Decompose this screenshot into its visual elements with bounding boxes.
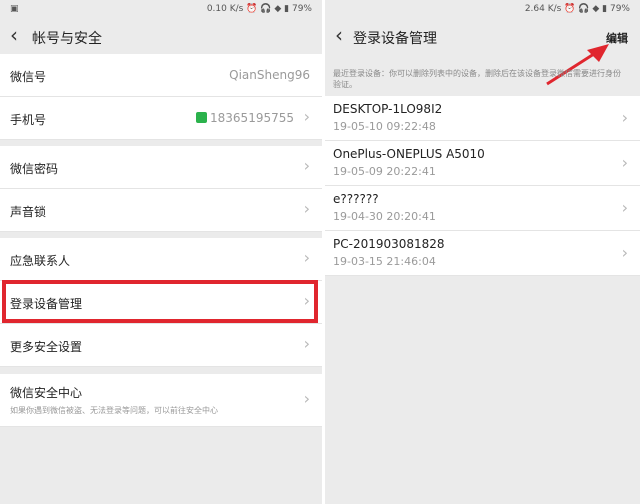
device-item[interactable]: OnePlus-ONEPLUS A5010 19-05-09 20:22:41 … <box>325 141 640 186</box>
lock-icon <box>196 112 208 123</box>
device-time: 19-03-15 21:46:04 <box>333 255 436 268</box>
status-icons: ⏰ 🎧 ◆ ▮ <box>246 4 290 14</box>
page-title: 帐号与安全 <box>32 31 102 47</box>
device-list-hint: 最近登录设备：你可以删除列表中的设备，删除后在该设备登录微信需要进行身份验证。 <box>333 69 621 89</box>
phone-row[interactable]: 手机号 18365195755 › <box>0 97 322 140</box>
image-icon: ▣ <box>10 4 19 14</box>
device-item[interactable]: PC-201903081828 19-03-15 21:46:04 › <box>325 231 640 276</box>
title-bar: ‹ 帐号与安全 <box>0 18 322 54</box>
device-name: PC-201903081828 <box>333 237 445 251</box>
highlight-box <box>2 280 318 323</box>
chevron-right-icon: › <box>303 248 310 267</box>
device-time: 19-05-10 09:22:48 <box>333 120 436 133</box>
wechat-password-row[interactable]: 微信密码 › <box>0 146 322 189</box>
device-item[interactable]: DESKTOP-1LO98I2 19-05-10 09:22:48 › <box>325 96 640 141</box>
account-security-screen: ▣ 0.10 K/s ⏰ 🎧 ◆ ▮ 79% ‹ 帐号与安全 微信号 QianS… <box>0 0 322 504</box>
device-name: OnePlus-ONEPLUS A5010 <box>333 147 485 161</box>
chevron-right-icon: › <box>303 107 310 126</box>
chevron-right-icon: › <box>621 243 628 262</box>
chevron-right-icon: › <box>621 153 628 172</box>
row-subtitle: 如果你遇到微信被盗、无法登录等问题，可以前往安全中心 <box>10 406 218 415</box>
device-time: 19-05-09 20:22:41 <box>333 165 436 178</box>
row-label: 应急联系人 <box>10 254 71 268</box>
more-security-row[interactable]: 更多安全设置 › <box>0 324 322 367</box>
row-label: 微信安全中心 <box>10 386 83 400</box>
phone-number-value: 18365195755 <box>210 111 294 125</box>
row-label: 手机号 <box>10 113 47 127</box>
battery-level: 79% <box>291 4 312 14</box>
security-center-row[interactable]: 微信安全中心 如果你遇到微信被盗、无法登录等问题，可以前往安全中心 › <box>0 374 322 427</box>
emergency-contacts-row[interactable]: 应急联系人 › <box>0 238 322 281</box>
wechat-id-value: QianSheng96 <box>229 68 310 82</box>
chevron-right-icon: › <box>621 198 628 217</box>
chevron-right-icon: › <box>303 334 310 353</box>
row-label: 更多安全设置 <box>10 340 83 354</box>
row-label: 声音锁 <box>10 205 47 219</box>
row-label: 微信密码 <box>10 162 59 176</box>
row-label: 微信号 <box>10 70 47 84</box>
voice-lock-row[interactable]: 声音锁 › <box>0 189 322 232</box>
device-name: DESKTOP-1LO98I2 <box>333 102 443 116</box>
wechat-id-row: 微信号 QianSheng96 <box>0 54 322 97</box>
chevron-right-icon: › <box>303 389 310 408</box>
device-name: e?????? <box>333 192 379 206</box>
back-arrow-icon[interactable]: ‹ <box>10 24 18 46</box>
chevron-right-icon: › <box>303 156 310 175</box>
device-time: 19-04-30 20:20:41 <box>333 210 436 223</box>
chevron-right-icon: › <box>621 108 628 127</box>
chevron-right-icon: › <box>303 199 310 218</box>
device-management-screen: 2.64 K/s ⏰ 🎧 ◆ ▮ 79% ‹ 登录设备管理 编辑 最近登录设备：… <box>325 0 640 504</box>
network-speed: 0.10 K/s <box>206 4 244 14</box>
status-bar: ▣ 0.10 K/s ⏰ 🎧 ◆ ▮ 79% <box>0 0 322 18</box>
device-item[interactable]: e?????? 19-04-30 20:20:41 › <box>325 186 640 231</box>
